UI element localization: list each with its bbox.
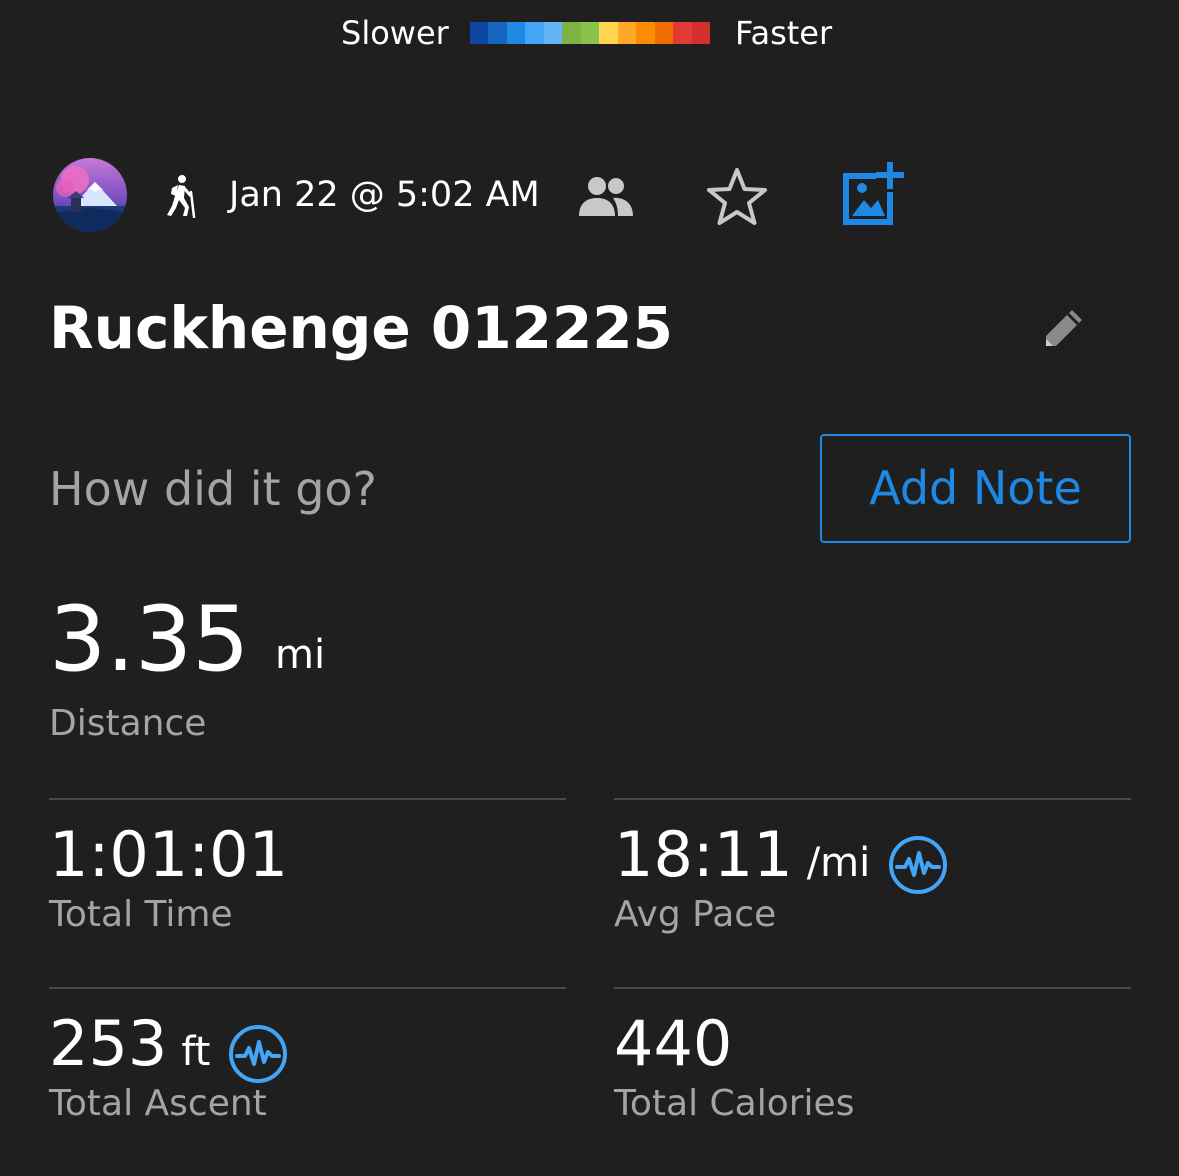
pace-color-swatch <box>673 22 692 44</box>
avatar[interactable] <box>53 158 127 232</box>
activity-title: Ruckhenge 012225 <box>49 294 674 362</box>
legend-slower-label: Slower <box>341 14 449 52</box>
add-note-button[interactable]: Add Note <box>820 434 1131 543</box>
hiking-icon <box>167 175 196 218</box>
avg-pace-unit: /mi <box>806 840 871 886</box>
distance-unit: mi <box>275 632 326 678</box>
pace-color-swatch <box>488 22 507 44</box>
pace-color-swatch <box>543 22 563 44</box>
total-time-stat: 1:01:01 Total Time <box>49 798 566 970</box>
pace-chart-icon[interactable] <box>888 835 948 895</box>
avg-pace-value: 18:11 <box>614 818 793 891</box>
pace-color-swatch <box>562 22 581 44</box>
star-icon[interactable] <box>705 166 769 228</box>
activity-date-time: Jan 22 @ 5:02 AM <box>229 175 540 215</box>
pencil-icon[interactable] <box>1040 304 1088 352</box>
activity-meta-row: Jan 22 @ 5:02 AM <box>0 158 1179 234</box>
total-calories-stat: 440 Total Calories <box>614 987 1131 1159</box>
pace-color-swatch <box>617 22 637 44</box>
note-prompt: How did it go? <box>49 462 377 516</box>
pace-color-swatch <box>599 22 618 44</box>
pace-color-swatch <box>470 22 489 44</box>
total-calories-label: Total Calories <box>614 1083 855 1124</box>
total-calories-value: 440 <box>614 1007 733 1080</box>
total-ascent-label: Total Ascent <box>49 1083 267 1124</box>
pace-color-swatch <box>691 22 711 44</box>
total-ascent-stat[interactable]: 253 ft Total Ascent <box>49 987 566 1159</box>
total-time-value: 1:01:01 <box>49 818 289 891</box>
total-ascent-value: 253 <box>49 1007 168 1080</box>
distance-value: 3.35 <box>49 587 250 692</box>
legend-faster-label: Faster <box>735 14 833 52</box>
avg-pace-label: Avg Pace <box>614 894 777 935</box>
add-photo-icon[interactable] <box>838 162 904 228</box>
avg-pace-stat[interactable]: 18:11 /mi Avg Pace <box>614 798 1131 970</box>
people-icon[interactable] <box>577 176 635 218</box>
pace-color-swatch <box>580 22 600 44</box>
total-time-label: Total Time <box>49 894 233 935</box>
pace-color-swatch <box>636 22 655 44</box>
pace-color-swatch <box>654 22 674 44</box>
elevation-chart-icon[interactable] <box>228 1024 288 1084</box>
total-ascent-unit: ft <box>181 1029 211 1075</box>
pace-color-legend: Slower Faster <box>0 10 1179 56</box>
avatar-image <box>53 158 127 232</box>
distance-label: Distance <box>49 703 207 744</box>
pace-color-swatch <box>506 22 526 44</box>
pace-color-scale <box>470 22 711 44</box>
distance-stat: 3.35 mi Distance <box>49 585 549 755</box>
pace-color-swatch <box>525 22 544 44</box>
